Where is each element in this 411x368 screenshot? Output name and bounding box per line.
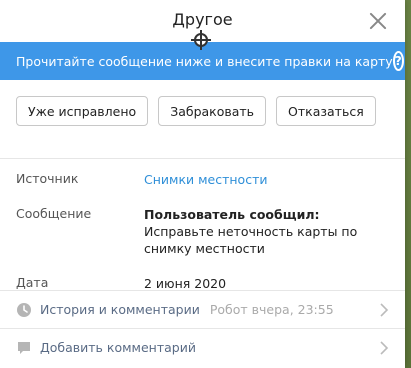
message-value: Пользователь сообщил: Исправьте неточнос…: [144, 206, 389, 257]
chevron-right-icon: [380, 302, 389, 317]
instruction-banner: Прочитайте сообщение ниже и внесите прав…: [0, 42, 405, 80]
message-row: Сообщение Пользователь сообщил: Исправьт…: [16, 206, 389, 257]
action-buttons: Уже исправлено Забраковать Отказаться: [0, 80, 405, 159]
history-label: История и комментарии: [40, 302, 200, 317]
message-body: Исправьте неточность карты по снимку мес…: [144, 224, 358, 256]
comment-icon: [18, 341, 30, 354]
source-label: Источник: [16, 171, 79, 186]
help-icon[interactable]: ?: [392, 51, 404, 71]
message-title: Пользователь сообщил:: [144, 207, 320, 222]
decline-button[interactable]: Отказаться: [276, 96, 376, 126]
feedback-dialog: Другое Прочитайте сообщение ниже и внеси…: [0, 0, 405, 368]
message-label: Сообщение: [16, 206, 92, 221]
clock-icon: [17, 302, 31, 317]
source-row: Источник Снимки местности: [16, 171, 389, 188]
banner-text: Прочитайте сообщение ниже и внесите прав…: [16, 53, 393, 69]
history-meta: Робот вчера, 23:55: [209, 302, 334, 317]
add-comment-row[interactable]: Добавить комментарий: [0, 328, 405, 366]
source-link[interactable]: Снимки местности: [144, 171, 389, 188]
dialog-title: Другое: [172, 10, 233, 29]
chevron-right-icon: [380, 340, 389, 355]
history-row[interactable]: История и комментарии Робот вчера, 23:55: [0, 290, 405, 328]
crosshair-icon: [191, 30, 211, 50]
details: Источник Снимки местности Сообщение Поль…: [0, 159, 405, 292]
already-fixed-button[interactable]: Уже исправлено: [16, 96, 149, 126]
add-comment-label: Добавить комментарий: [40, 340, 196, 355]
close-icon[interactable]: [367, 10, 389, 32]
reject-button[interactable]: Забраковать: [158, 96, 267, 126]
